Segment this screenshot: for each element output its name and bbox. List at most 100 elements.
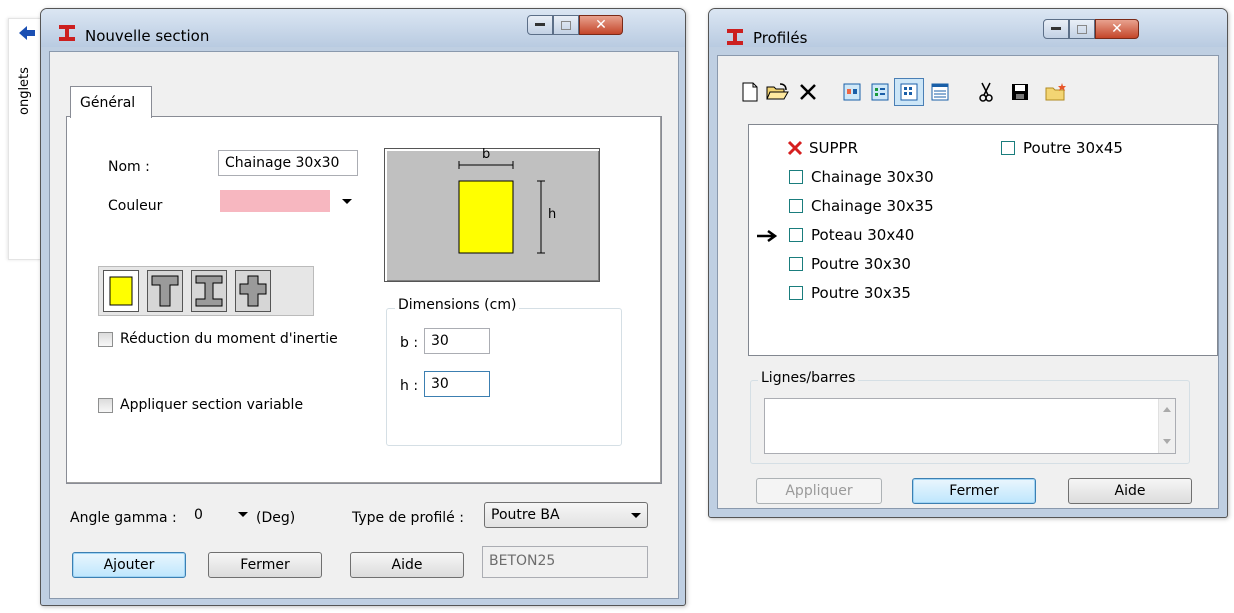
title-bar[interactable]: Nouvelle section ✕ (41, 9, 685, 47)
title-bar[interactable]: Profilés ✕ (709, 9, 1227, 47)
save-icon[interactable] (1008, 80, 1032, 104)
i-beam-icon (57, 23, 77, 43)
open-folder-icon[interactable] (766, 80, 790, 104)
red-x-icon (787, 140, 803, 156)
h-label: h : (400, 378, 419, 394)
aide-button[interactable]: Aide (1068, 478, 1192, 504)
dialog-body: SUPPR Chainage 30x30 Chainage 30x35 Pote… (717, 55, 1219, 509)
list-item[interactable]: Poutre 30x30 (789, 255, 911, 273)
list-item-label: SUPPR (809, 139, 859, 157)
profile-icon (1001, 141, 1015, 155)
appliquer-button[interactable]: Appliquer (756, 478, 882, 504)
scroll-up-icon[interactable] (1163, 407, 1171, 412)
list-item-suppr[interactable]: SUPPR (787, 139, 858, 157)
chevron-down-icon (342, 199, 352, 204)
close-button[interactable]: ✕ (1095, 19, 1139, 39)
profile-icon (789, 228, 803, 242)
material-field: BETON25 (482, 546, 648, 578)
scrollbar[interactable] (1158, 399, 1175, 453)
angle-select[interactable]: 0 (184, 502, 254, 528)
small-icons-view-icon[interactable] (868, 80, 892, 104)
couleur-label: Couleur (108, 198, 163, 214)
variable-checkbox[interactable] (98, 398, 113, 413)
profiles-window: Profilés ✕ SUPPR Chainage 30x30 Chainage… (708, 8, 1228, 518)
fermer-button[interactable]: Fermer (208, 552, 322, 578)
color-swatch (220, 190, 330, 212)
i-shape-button[interactable] (191, 270, 227, 312)
back-arrow-icon[interactable] (17, 23, 37, 43)
window-title: Profilés (753, 29, 808, 47)
ajouter-button[interactable]: Ajouter (72, 552, 186, 578)
list-item-label: Poutre 30x30 (811, 255, 911, 273)
maximize-button[interactable] (1069, 19, 1095, 39)
list-item[interactable]: Poutre 30x35 (789, 284, 911, 302)
close-icon: ✕ (1111, 21, 1123, 37)
close-button[interactable]: ✕ (579, 15, 623, 35)
type-select[interactable]: Poutre BA (484, 502, 648, 528)
list-item[interactable]: Chainage 30x30 (789, 168, 934, 186)
window-title: Nouvelle section (85, 27, 210, 45)
aide-button[interactable]: Aide (350, 552, 464, 578)
dimensions-group (386, 308, 622, 446)
close-icon: ✕ (595, 17, 607, 33)
list-item-label: Poteau 30x40 (811, 226, 915, 244)
maximize-button[interactable] (553, 15, 579, 35)
profile-icon (789, 170, 803, 184)
details-view-icon[interactable] (928, 80, 952, 104)
current-arrow-icon (757, 229, 781, 247)
cross-shape-button[interactable] (235, 270, 271, 312)
i-beam-icon (725, 27, 745, 47)
diagram-h-label: h (548, 207, 557, 222)
dimensions-title: Dimensions (cm) (395, 297, 520, 313)
angle-label: Angle gamma : (70, 510, 177, 526)
reduction-checkbox[interactable] (98, 332, 113, 347)
reduction-label: Réduction du moment d'inertie (120, 331, 338, 347)
list-view-icon[interactable] (894, 78, 924, 106)
list-item[interactable]: Poteau 30x40 (789, 226, 914, 244)
type-value: Poutre BA (491, 507, 560, 523)
b-label: b : (400, 335, 419, 351)
nom-label: Nom : (108, 159, 150, 175)
angle-unit: (Deg) (256, 510, 296, 526)
chevron-down-icon (631, 513, 641, 518)
lignes-textarea[interactable] (764, 398, 1176, 454)
cut-icon[interactable] (974, 80, 998, 104)
chevron-down-icon (238, 512, 248, 517)
tab-general[interactable]: Général (70, 86, 152, 118)
dialog-body: Général Nom : Chainage 30x30 Couleur b h (49, 51, 679, 599)
section-diagram: b h (384, 147, 600, 282)
b-input[interactable]: 30 (424, 328, 490, 354)
minimize-button[interactable] (1043, 19, 1069, 39)
profile-icon (789, 257, 803, 271)
profiles-list[interactable]: SUPPR Chainage 30x30 Chainage 30x35 Pote… (748, 124, 1218, 356)
nom-input[interactable]: Chainage 30x30 (218, 150, 358, 176)
large-icons-view-icon[interactable] (840, 80, 864, 104)
list-item[interactable]: Poutre 30x45 (1001, 139, 1123, 157)
profile-icon (789, 199, 803, 213)
shape-selector (98, 266, 314, 316)
list-item-label: Chainage 30x30 (811, 168, 934, 186)
section-rect (458, 180, 514, 254)
lignes-title: Lignes/barres (758, 370, 859, 386)
minimize-button[interactable] (527, 15, 553, 35)
delete-icon[interactable] (796, 80, 820, 104)
diagram-b-label: b (482, 147, 491, 162)
fermer-button[interactable]: Fermer (912, 478, 1036, 504)
list-item-label: Poutre 30x45 (1023, 139, 1123, 157)
scroll-down-icon[interactable] (1163, 439, 1171, 444)
h-input[interactable]: 30 (424, 371, 490, 397)
list-item[interactable]: Chainage 30x35 (789, 197, 934, 215)
new-folder-icon[interactable] (1044, 80, 1068, 104)
list-item-label: Chainage 30x35 (811, 197, 934, 215)
list-item-label: Poutre 30x35 (811, 284, 911, 302)
onglets-tab[interactable]: onglets (17, 67, 32, 115)
new-file-icon[interactable] (738, 80, 762, 104)
profile-icon (789, 286, 803, 300)
t-shape-button[interactable] (147, 270, 183, 312)
side-panel: onglets (8, 18, 42, 260)
rectangle-shape-button[interactable] (103, 270, 139, 312)
nouvelle-section-window: Nouvelle section ✕ Général Nom : Chainag… (40, 8, 686, 606)
couleur-select[interactable] (218, 187, 358, 215)
variable-label: Appliquer section variable (120, 397, 304, 413)
angle-value: 0 (194, 507, 203, 523)
